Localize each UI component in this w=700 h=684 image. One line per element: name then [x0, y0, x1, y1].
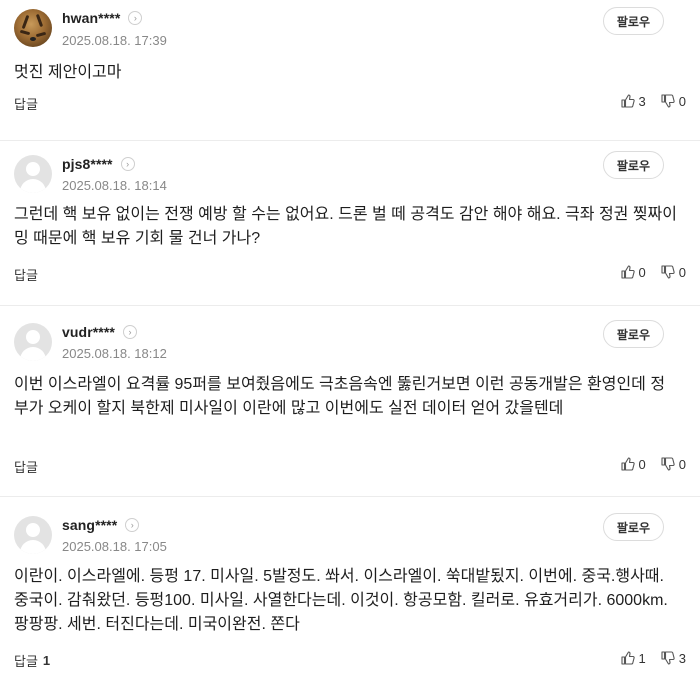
- thumbs-down-icon: [661, 265, 675, 279]
- thumbs-up-icon: [620, 265, 635, 279]
- reply-button[interactable]: 답글 1: [14, 651, 50, 670]
- chevron-right-icon[interactable]: ›: [120, 157, 135, 171]
- like-button[interactable]: 3: [620, 93, 646, 109]
- thumbs-down-icon: [661, 457, 675, 471]
- follow-button[interactable]: 팔로우: [602, 320, 664, 348]
- chevron-right-icon[interactable]: ›: [128, 11, 143, 25]
- dislike-count: 0: [678, 456, 686, 472]
- like-count: 0: [638, 456, 646, 472]
- comment-date: 2025.08.18. 17:39: [62, 33, 167, 48]
- dislike-button[interactable]: 0: [660, 93, 686, 109]
- dislike-button[interactable]: 0: [660, 456, 686, 472]
- user-row: vudr**** ›: [62, 323, 137, 341]
- avatar[interactable]: [14, 323, 52, 361]
- chevron-right-icon[interactable]: ›: [122, 325, 137, 339]
- reactions: 1 3: [606, 650, 686, 666]
- follow-button[interactable]: 팔로우: [602, 151, 664, 179]
- reply-button[interactable]: 답글: [14, 265, 43, 284]
- user-row: hwan**** ›: [62, 9, 143, 27]
- username[interactable]: sang****: [62, 517, 117, 533]
- comment-item: pjs8**** › 2025.08.18. 18:14 팔로우 그런데 핵 보…: [0, 141, 700, 305]
- chevron-right-icon[interactable]: ›: [125, 518, 140, 532]
- avatar[interactable]: [14, 155, 52, 193]
- like-button[interactable]: 0: [620, 264, 646, 280]
- comment-item: vudr**** › 2025.08.18. 18:12 팔로우 이번 이스라엘…: [0, 306, 700, 496]
- comment-date: 2025.08.18. 17:05: [62, 539, 167, 554]
- comment-text: 이번 이스라엘이 요격률 95퍼를 보여줬음에도 극초음속엔 뚫린거보면 이런 …: [14, 376, 666, 417]
- username[interactable]: vudr****: [62, 324, 115, 340]
- comment-text: 그런데 핵 보유 없이는 전쟁 예방 할 수는 없어요. 드론 벌 떼 공격도 …: [14, 206, 677, 247]
- thumbs-down-icon: [661, 94, 675, 108]
- username[interactable]: pjs8****: [62, 156, 113, 172]
- avatar[interactable]: [14, 9, 52, 47]
- like-count: 1: [638, 650, 646, 666]
- like-button[interactable]: 0: [620, 456, 646, 472]
- comment-date: 2025.08.18. 18:14: [62, 178, 167, 193]
- comment-date: 2025.08.18. 18:12: [62, 346, 167, 361]
- dislike-button[interactable]: 3: [660, 650, 686, 666]
- reply-button[interactable]: 답글: [14, 457, 43, 476]
- like-count: 3: [638, 93, 646, 109]
- follow-button[interactable]: 팔로우: [602, 513, 664, 541]
- avatar[interactable]: [14, 516, 52, 554]
- reactions: 0 0: [606, 264, 686, 280]
- reply-button[interactable]: 답글: [14, 94, 43, 113]
- dislike-count: 0: [678, 93, 686, 109]
- user-row: pjs8**** ›: [62, 155, 135, 173]
- reply-label: 답글: [14, 654, 38, 669]
- dislike-count: 3: [678, 650, 686, 666]
- reply-label: 답글: [14, 460, 38, 475]
- follow-button[interactable]: 팔로우: [602, 7, 664, 35]
- reply-label: 답글: [14, 97, 38, 112]
- thumbs-down-icon: [661, 651, 675, 665]
- thumbs-up-icon: [620, 457, 635, 471]
- comment-text: 멋진 제안이고마: [14, 64, 122, 81]
- comment-item: sang**** › 2025.08.18. 17:05 팔로우 이란이. 이스…: [0, 497, 700, 684]
- reply-label: 답글: [14, 268, 38, 283]
- comment-item: hwan**** › 2025.08.18. 17:39 팔로우 멋진 제안이고…: [0, 0, 700, 140]
- comment-text: 이란이. 이스라엘에. 등펑 17. 미사일. 5발정도. 쏴서. 이스라엘이.…: [14, 568, 668, 633]
- dislike-button[interactable]: 0: [660, 264, 686, 280]
- thumbs-up-icon: [620, 651, 635, 665]
- reactions: 0 0: [606, 456, 686, 472]
- thumbs-up-icon: [620, 94, 635, 108]
- reactions: 3 0: [606, 93, 686, 109]
- like-button[interactable]: 1: [620, 650, 646, 666]
- user-row: sang**** ›: [62, 516, 140, 534]
- dislike-count: 0: [678, 264, 686, 280]
- like-count: 0: [638, 264, 646, 280]
- username[interactable]: hwan****: [62, 10, 120, 26]
- reply-count: 1: [42, 653, 51, 668]
